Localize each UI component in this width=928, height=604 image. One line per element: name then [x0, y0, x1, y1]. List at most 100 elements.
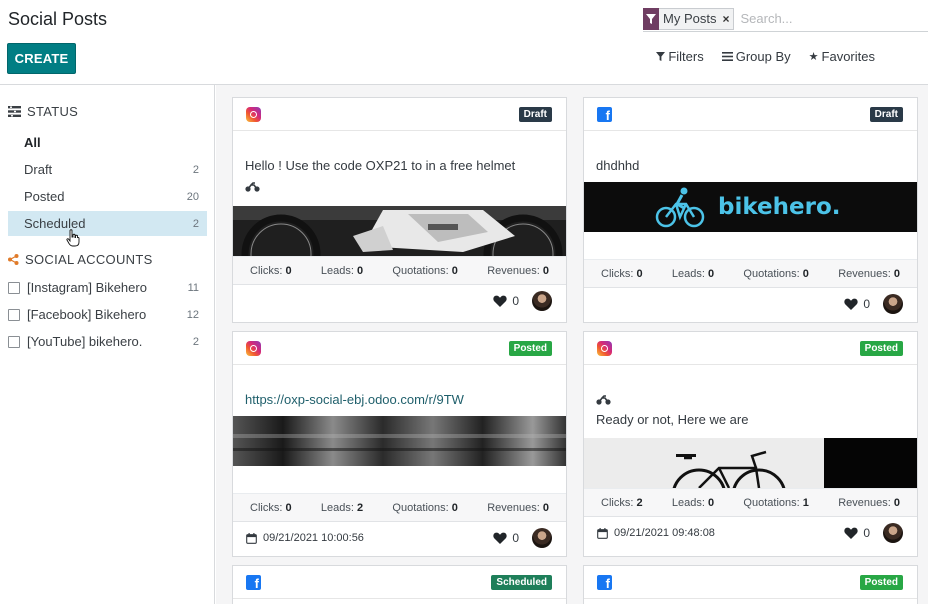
status-badge: Draft: [518, 106, 552, 122]
favorites-button[interactable]: ★ Favorites: [809, 49, 875, 64]
social-accounts-section-header: SOCIAL ACCOUNTS: [8, 252, 153, 267]
post-card[interactable]: f Draft dhdhhd bikehero. Clicks: 0 Leads…: [583, 97, 918, 323]
avatar: [532, 291, 552, 311]
heart-icon[interactable]: [844, 527, 858, 539]
leads-stat: Leads: 2: [320, 501, 364, 514]
heart-icon[interactable]: [844, 298, 858, 310]
revenues-stat: Revenues: 0: [838, 496, 900, 509]
facet-remove-icon[interactable]: ×: [722, 12, 733, 26]
account-filter-facebook[interactable]: [Facebook] Bikehero 12: [8, 302, 207, 327]
post-stats: Clicks: 0 Leads: 2 Quotations: 0 Revenue…: [233, 493, 566, 522]
instagram-icon: [246, 340, 261, 356]
status-filter-draft[interactable]: Draft 2: [8, 157, 207, 182]
post-card[interactable]: Posted Ready or not, Here we are Clicks:…: [583, 331, 918, 557]
clicks-stat: Clicks: 0: [601, 267, 643, 280]
favorites-label: Favorites: [821, 49, 875, 64]
motorcycle-icon: [233, 173, 566, 200]
group-by-button[interactable]: Group By: [721, 49, 791, 64]
status-section-header: STATUS: [8, 104, 78, 119]
footer-right: 0: [844, 523, 903, 543]
bikehero-logo-icon: [655, 187, 705, 228]
status-filter-all[interactable]: All: [8, 130, 207, 155]
post-card[interactable]: Posted https://oxp-social-ebj.odoo.com/r…: [232, 331, 567, 557]
search-options: Filters Group By ★ Favorites: [656, 49, 875, 64]
avatar: [532, 528, 552, 548]
post-date-text: 09/21/2021 10:00:56: [263, 532, 364, 544]
account-label: [YouTube] bikehero.: [27, 334, 143, 349]
clicks-stat: Clicks: 2: [601, 496, 643, 509]
account-checkbox[interactable]: [8, 335, 20, 348]
status-filter-posted[interactable]: Posted 20: [8, 184, 207, 209]
filters-button[interactable]: Filters: [656, 49, 704, 64]
account-checkbox[interactable]: [8, 281, 20, 294]
quotations-stat: Quotations: 0: [392, 264, 458, 277]
card-header: f Draft: [584, 98, 917, 131]
like-count: 0: [863, 297, 870, 311]
status-filter-label: Posted: [24, 189, 65, 204]
status-badge: Posted: [508, 340, 552, 356]
facebook-icon: f: [246, 574, 261, 590]
facebook-icon: f: [597, 574, 612, 590]
heart-icon[interactable]: [493, 532, 507, 544]
footer-right: 0: [844, 294, 903, 314]
status-filter-label: All: [24, 135, 41, 150]
share-icon: [8, 254, 19, 265]
instagram-icon: [597, 340, 612, 356]
card-header: Draft: [233, 98, 566, 131]
heart-icon[interactable]: [493, 295, 507, 307]
card-footer: 09/21/2021 10:00:56 0: [233, 522, 566, 554]
post-date-text: 09/21/2021 09:48:08: [614, 527, 715, 539]
post-message: Hello ! Use the code OXP21 to in a free …: [245, 158, 516, 173]
status-filter-scheduled[interactable]: Scheduled 2: [8, 211, 207, 236]
facet-label: My Posts: [663, 11, 717, 26]
quotations-stat: Quotations: 1: [743, 496, 809, 509]
post-card[interactable]: f Scheduled: [232, 565, 567, 604]
status-filter-count: 20: [186, 190, 199, 203]
list-icon: [8, 106, 21, 117]
status-badge: Posted: [859, 340, 903, 356]
search-input[interactable]: [740, 11, 891, 26]
card-header: f Posted: [584, 566, 917, 599]
post-stats: Clicks: 0 Leads: 0 Quotations: 0 Revenue…: [584, 259, 917, 288]
star-icon: ★: [808, 51, 819, 63]
facebook-icon: f: [597, 106, 612, 122]
kanban-view: Draft Hello ! Use the code OXP21 to in a…: [216, 85, 928, 604]
create-button[interactable]: CREATE: [7, 43, 76, 74]
footer-right: 0: [493, 528, 552, 548]
clicks-stat: Clicks: 0: [250, 501, 292, 514]
leads-stat: Leads: 0: [671, 267, 715, 280]
card-header: Posted: [584, 332, 917, 365]
quotations-stat: Quotations: 0: [392, 501, 458, 514]
post-card[interactable]: f Posted: [583, 565, 918, 604]
account-count: 11: [187, 281, 199, 294]
quotations-stat: Quotations: 0: [743, 267, 809, 280]
post-message: dhdhhd: [596, 158, 640, 173]
card-footer: 09/21/2021 09:48:08 0: [584, 517, 917, 549]
avatar: [883, 523, 903, 543]
card-footer: 0: [233, 285, 566, 317]
like-count: 0: [512, 531, 519, 545]
avatar: [883, 294, 903, 314]
status-badge: Scheduled: [491, 574, 552, 590]
status-badge: Posted: [859, 574, 903, 590]
account-checkbox[interactable]: [8, 308, 20, 321]
status-badge: Draft: [869, 106, 903, 122]
post-stats: Clicks: 0 Leads: 0 Quotations: 0 Revenue…: [233, 256, 566, 285]
post-image: bikehero.: [584, 182, 917, 232]
instagram-icon: [246, 106, 261, 122]
revenues-stat: Revenues: 0: [838, 267, 900, 280]
hand-cursor-icon: [66, 229, 80, 247]
post-image: [233, 206, 566, 256]
search-bar: My Posts ×: [643, 6, 928, 32]
filter-icon: [643, 7, 659, 30]
account-filter-youtube[interactable]: [YouTube] bikehero. 2: [8, 329, 207, 354]
card-footer: 0: [584, 288, 917, 320]
status-section-title: STATUS: [27, 104, 79, 119]
social-accounts-title: SOCIAL ACCOUNTS: [25, 252, 153, 267]
account-label: [Facebook] Bikehero: [27, 307, 147, 322]
post-card[interactable]: Draft Hello ! Use the code OXP21 to in a…: [232, 97, 567, 323]
footer-right: 0: [493, 291, 552, 311]
account-filter-instagram[interactable]: [Instagram] Bikehero 11: [8, 275, 207, 300]
post-date: 09/21/2021 10:00:56: [246, 532, 364, 544]
motorcycle-icon: [584, 365, 917, 410]
